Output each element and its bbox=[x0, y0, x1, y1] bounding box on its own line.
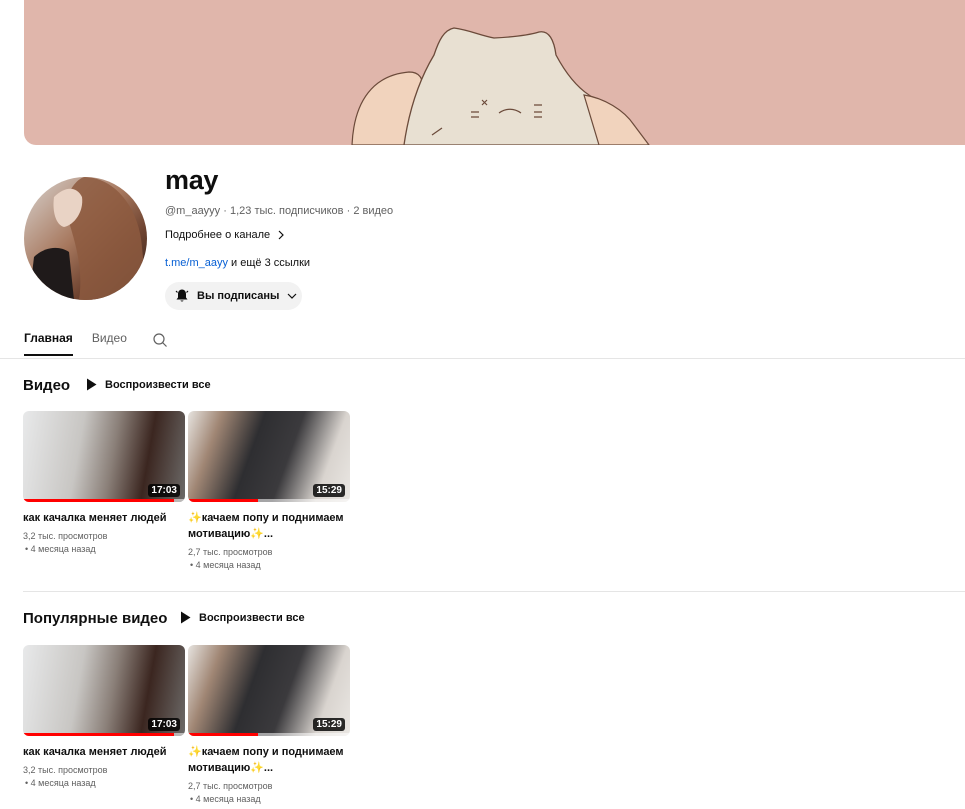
watch-progress-fill bbox=[23, 499, 174, 502]
tab-videos[interactable]: Видео bbox=[92, 331, 127, 354]
video-card[interactable]: 17:03 как качалка меняет людей 3,2 тыс. … bbox=[23, 411, 185, 554]
play-all-label: Воспроизвести все bbox=[199, 611, 305, 624]
play-all-label: Воспроизвести все bbox=[105, 378, 211, 391]
video-thumbnail[interactable]: 15:29 bbox=[188, 411, 350, 502]
video-title[interactable]: как качалка меняет людей bbox=[23, 510, 185, 526]
channel-avatar[interactable] bbox=[24, 177, 147, 300]
video-count: 2 видео bbox=[353, 205, 394, 217]
meta-separator: · bbox=[223, 205, 227, 217]
video-views: 2,7 тыс. просмотров bbox=[188, 781, 273, 791]
video-date: • 4 месяца назад bbox=[190, 560, 261, 570]
play-icon bbox=[87, 378, 97, 391]
chevron-right-icon bbox=[278, 230, 285, 240]
video-title[interactable]: ✨качаем попу и поднимаем мотивацию✨... bbox=[188, 744, 350, 776]
video-views: 2,7 тыс. просмотров bbox=[188, 547, 273, 557]
about-channel-link[interactable]: Подробнее о канале bbox=[165, 229, 286, 241]
video-card[interactable]: 15:29 ✨качаем попу и поднимаем мотивацию… bbox=[188, 645, 350, 804]
channel-banner bbox=[24, 0, 965, 145]
tabs-divider bbox=[0, 358, 965, 359]
video-views: 3,2 тыс. просмотров bbox=[23, 765, 108, 775]
subscribed-button[interactable]: Вы подписаны bbox=[165, 282, 302, 310]
video-thumbnail[interactable]: 17:03 bbox=[23, 645, 185, 736]
telegram-link[interactable]: t.me/m_aayy bbox=[165, 257, 228, 269]
video-card[interactable]: 15:29 ✨качаем попу и поднимаем мотивацию… bbox=[188, 411, 350, 570]
channel-name: may bbox=[165, 165, 219, 195]
video-date: • 4 месяца назад bbox=[25, 778, 96, 788]
more-links[interactable]: и ещё 3 ссылки bbox=[231, 257, 310, 269]
channel-tabs: Главная Видео bbox=[24, 331, 168, 356]
meta-separator: · bbox=[346, 205, 351, 217]
chevron-down-icon bbox=[287, 293, 297, 299]
channel-links: t.me/m_aayy и ещё 3 ссылки bbox=[165, 257, 310, 269]
tab-home[interactable]: Главная bbox=[24, 331, 73, 356]
channel-meta: @m_aayyy · 1,23 тыс. подписчиков · 2 вид… bbox=[165, 205, 393, 217]
watch-progress-fill bbox=[188, 499, 258, 502]
play-all-button[interactable]: Воспроизвести все bbox=[180, 611, 305, 624]
avatar-photo bbox=[29, 177, 147, 300]
watch-progress-fill bbox=[23, 733, 174, 736]
watch-progress bbox=[188, 733, 350, 736]
play-icon bbox=[181, 611, 191, 624]
section-divider bbox=[23, 591, 965, 592]
section-title-videos: Видео bbox=[23, 377, 71, 394]
video-card[interactable]: 17:03 как качалка меняет людей 3,2 тыс. … bbox=[23, 645, 185, 788]
video-duration: 15:29 bbox=[313, 484, 345, 497]
video-thumbnail[interactable]: 15:29 bbox=[188, 645, 350, 736]
video-date: • 4 месяца назад bbox=[190, 794, 261, 804]
watch-progress-fill bbox=[188, 733, 258, 736]
cat-illustration bbox=[351, 27, 650, 145]
video-title[interactable]: ✨качаем попу и поднимаем мотивацию✨... bbox=[188, 510, 350, 542]
video-duration: 15:29 bbox=[313, 718, 345, 731]
video-views: 3,2 тыс. просмотров bbox=[23, 531, 108, 541]
bell-icon bbox=[175, 289, 189, 302]
subscriber-count: 1,23 тыс. подписчиков bbox=[229, 205, 344, 217]
search-icon[interactable] bbox=[152, 332, 168, 353]
video-thumbnail[interactable]: 17:03 bbox=[23, 411, 185, 502]
video-duration: 17:03 bbox=[148, 484, 180, 497]
play-all-button[interactable]: Воспроизвести все bbox=[86, 378, 211, 391]
watch-progress bbox=[23, 733, 185, 736]
watch-progress bbox=[23, 499, 185, 502]
watch-progress bbox=[188, 499, 350, 502]
video-duration: 17:03 bbox=[148, 718, 180, 731]
video-title[interactable]: как качалка меняет людей bbox=[23, 744, 185, 760]
channel-handle: @m_aayyy bbox=[165, 205, 221, 217]
video-date: • 4 месяца назад bbox=[25, 544, 96, 554]
about-label: Подробнее о канале bbox=[165, 229, 271, 241]
subscribe-label: Вы подписаны bbox=[197, 290, 280, 302]
section-title-popular: Популярные видео bbox=[23, 610, 168, 627]
